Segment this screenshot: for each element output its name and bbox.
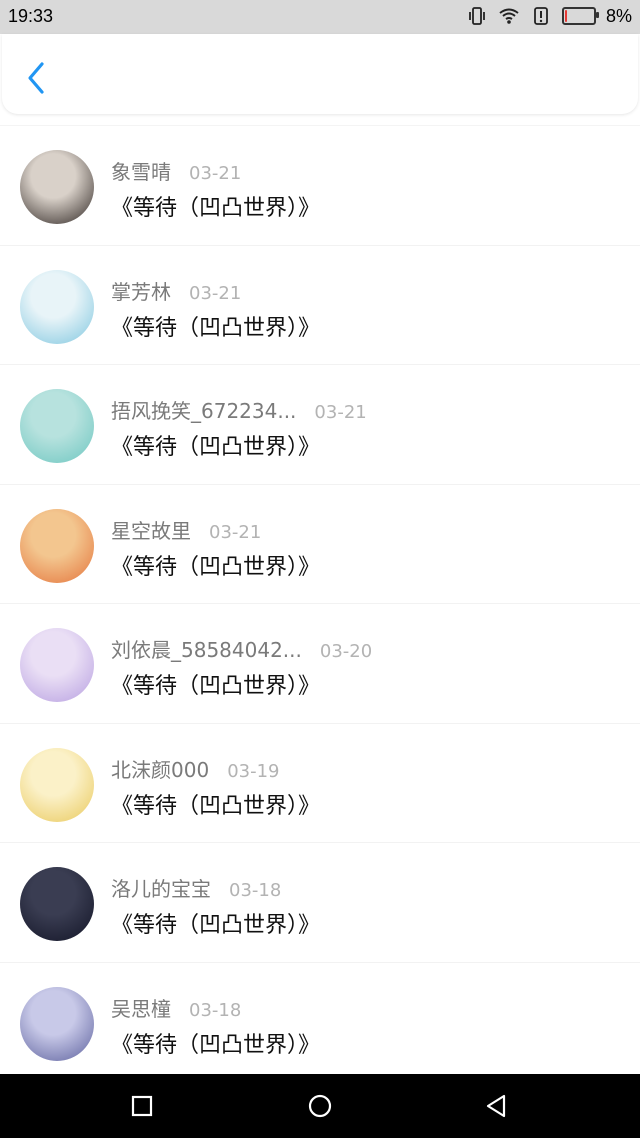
work-title[interactable]: 《等待（凹凸世界）》: [111, 549, 320, 581]
item-date: 03-20: [319, 641, 373, 662]
item-meta: 象雪晴 03-21: [111, 156, 241, 185]
work-title[interactable]: 《等待（凹凸世界）》: [111, 668, 320, 700]
list-item[interactable]: 刘依晨_58584042... 03-20 《等待（凹凸世界）》: [0, 603, 640, 723]
item-date: 03-21: [209, 521, 262, 543]
work-title[interactable]: 《等待（凹凸世界）》: [111, 429, 320, 461]
status-icons: 8%: [466, 5, 632, 27]
avatar[interactable]: [20, 747, 94, 822]
list-item[interactable]: 洛儿的宝宝 03-18 《等待（凹凸世界）》: [0, 842, 640, 962]
battery-icon: [561, 7, 599, 25]
user-name[interactable]: 捂风挽笑_672234...: [111, 395, 296, 424]
avatar[interactable]: [20, 986, 94, 1061]
item-date: 03-18: [189, 999, 242, 1021]
avatar[interactable]: [20, 150, 94, 224]
item-date: 03-21: [189, 282, 242, 304]
recent-apps-button[interactable]: [128, 1092, 156, 1120]
system-back-button[interactable]: [482, 1092, 510, 1120]
list-item[interactable]: 象雪晴 03-21 《等待（凹凸世界）》: [0, 125, 640, 245]
item-meta: 捂风挽笑_672234... 03-21: [111, 395, 367, 424]
avatar[interactable]: [20, 508, 94, 583]
user-name[interactable]: 掌芳林: [111, 276, 171, 305]
avatar[interactable]: [20, 269, 94, 344]
item-date: 03-21: [189, 163, 242, 184]
item-meta: 刘依晨_58584042... 03-20: [111, 634, 372, 663]
item-date: 03-21: [314, 402, 367, 423]
user-name[interactable]: 星空故里: [111, 515, 191, 544]
item-date: 03-19: [227, 760, 280, 782]
item-date: 03-18: [229, 880, 282, 901]
chevron-left-icon: [28, 62, 44, 94]
avatar[interactable]: [20, 867, 94, 941]
home-button[interactable]: [306, 1092, 334, 1120]
status-bar: 19:33 8%: [0, 0, 640, 34]
triangle-back-icon: [486, 1094, 506, 1118]
status-time: 19:33: [8, 6, 54, 26]
user-name[interactable]: 洛儿的宝宝: [111, 873, 211, 902]
list-item[interactable]: 掌芳林 03-21 《等待（凹凸世界）》: [0, 244, 640, 365]
wifi-icon: [498, 5, 520, 27]
list-item[interactable]: 吴思橦 03-18 《等待（凹凸世界）》: [0, 961, 640, 1082]
work-title[interactable]: 《等待（凹凸世界）》: [111, 310, 320, 342]
work-title[interactable]: 《等待（凹凸世界）》: [111, 190, 320, 222]
item-meta: 洛儿的宝宝 03-18: [111, 873, 281, 902]
alert-icon: [530, 5, 552, 27]
user-name[interactable]: 北沫颜000: [111, 754, 209, 783]
work-title[interactable]: 《等待（凹凸世界）》: [111, 907, 320, 939]
list-item[interactable]: 捂风挽笑_672234... 03-21 《等待（凹凸世界）》: [0, 364, 640, 484]
system-nav-bar: [0, 1074, 640, 1138]
item-meta: 掌芳林 03-21: [111, 276, 241, 305]
list-item[interactable]: 北沫颜000 03-19 《等待（凹凸世界）》: [0, 722, 640, 843]
battery-level: [564, 10, 567, 22]
reader-list: 象雪晴 03-21 《等待（凹凸世界）》 掌芳林 03-21 《等待（凹凸世界）》 捂风挽笑…: [0, 125, 640, 1081]
user-name[interactable]: 象雪晴: [111, 156, 171, 185]
vibrate-icon: [466, 5, 488, 27]
work-title[interactable]: 《等待（凹凸世界）》: [111, 788, 320, 820]
avatar[interactable]: [20, 628, 94, 702]
item-meta: 星空故里 03-21: [111, 515, 261, 544]
list-item[interactable]: 星空故里 03-21 《等待（凹凸世界）》: [0, 483, 640, 604]
item-meta: 北沫颜000 03-19: [111, 754, 280, 783]
user-name[interactable]: 刘依晨_58584042...: [111, 634, 302, 663]
square-icon: [131, 1095, 153, 1117]
work-title[interactable]: 《等待（凹凸世界）》: [111, 1027, 320, 1059]
item-meta: 吴思橦 03-18: [111, 993, 241, 1022]
app-header: [2, 34, 638, 114]
battery-percent: 8%: [605, 5, 632, 26]
user-name[interactable]: 吴思橦: [111, 993, 171, 1022]
back-button[interactable]: [22, 60, 50, 96]
circle-icon: [308, 1094, 332, 1118]
avatar[interactable]: [20, 389, 94, 463]
